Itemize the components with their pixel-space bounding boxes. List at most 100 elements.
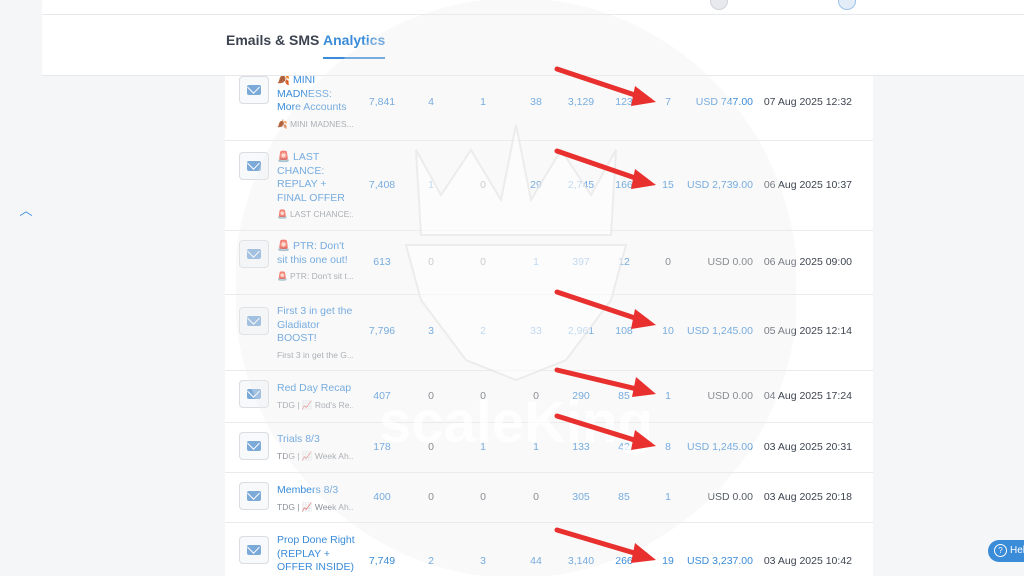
stat-col-3[interactable]: 3 [480,555,486,567]
revenue-value[interactable]: USD 2,739.00 [687,179,753,191]
envelope-icon[interactable] [239,536,269,564]
stat-col-5[interactable]: 3,140 [568,555,594,567]
envelope-icon[interactable] [239,380,269,408]
orders-count[interactable]: 19 [662,555,674,567]
sent-date: 03 Aug 2025 20:18 [763,491,852,503]
sent-date: 06 Aug 2025 09:00 [763,256,852,268]
stat-col-6[interactable]: 123 [615,96,633,108]
stat-col-6[interactable]: 85 [618,491,630,503]
orders-count[interactable]: 15 [662,179,674,191]
campaign-name-link[interactable]: 🍂 MINI MADNESS: More Accounts [277,76,357,115]
revenue-value[interactable]: USD 1,245.00 [687,441,753,453]
stat-col-5[interactable]: 2,961 [568,325,594,337]
delivered-count[interactable]: 178 [373,441,391,453]
revenue-value[interactable]: USD 1,245.00 [687,325,753,337]
stat-col-3: 0 [480,390,486,402]
stat-col-3: 0 [480,491,486,503]
sent-date: 04 Aug 2025 17:24 [763,390,852,402]
campaign-table: 🍂 MINI MADNESS: More Accounts 🍂 MINI MAD… [225,76,873,576]
stat-col-6[interactable]: 85 [618,390,630,402]
stat-col-5[interactable]: 305 [572,491,590,503]
campaign-name-link[interactable]: 🚨 LAST CHANCE: REPLAY + FINAL OFFER [277,151,357,205]
stat-col-2: 0 [428,390,434,402]
revenue-value: USD 0.00 [707,491,753,503]
stat-col-4[interactable]: 1 [533,441,539,453]
stat-col-6[interactable]: 166 [615,179,633,191]
orders-count[interactable]: 8 [665,441,671,453]
stat-col-3: 0 [480,256,486,268]
stat-col-6[interactable]: 42 [618,441,630,453]
stat-col-5[interactable]: 290 [572,390,590,402]
stat-col-5[interactable]: 133 [572,441,590,453]
orders-count[interactable]: 10 [662,325,674,337]
table-row: Red Day Recap TDG | 📈 Rod's Re... 407 0 … [225,370,873,423]
campaign-name-link[interactable]: Red Day Recap [277,382,357,396]
stat-col-4[interactable]: 38 [530,96,542,108]
notification-icon[interactable] [838,0,856,10]
campaign-name-cell: First 3 in get the Gladiator BOOST! Firs… [277,305,357,361]
stat-col-4[interactable]: 44 [530,555,542,567]
stat-col-4: 0 [533,491,539,503]
envelope-icon[interactable] [239,240,269,268]
campaign-name-cell: 🚨 PTR: Don't sit this one out! 🚨 PTR: Do… [277,240,357,282]
stat-col-2: 0 [428,256,434,268]
campaign-preview: TDG | 📈 Week Ah... [277,501,353,512]
delivered-count[interactable]: 613 [373,256,391,268]
table-row: Members 8/3 TDG | 📈 Week Ah... 400 0 0 0… [225,472,873,523]
stat-col-5[interactable]: 397 [572,256,590,268]
stat-col-4[interactable]: 1 [533,256,539,268]
delivered-count[interactable]: 400 [373,491,391,503]
stat-col-5[interactable]: 2,745 [568,179,594,191]
envelope-icon[interactable] [239,152,269,180]
delivered-count[interactable]: 407 [373,390,391,402]
revenue-value: USD 0.00 [707,390,753,402]
envelope-icon[interactable] [239,76,269,104]
stat-col-2[interactable]: 1 [428,179,434,191]
stat-col-2[interactable]: 4 [428,96,434,108]
help-button[interactable]: ?Help [988,540,1024,562]
envelope-icon[interactable] [239,307,269,335]
orders-count[interactable]: 7 [665,96,671,108]
tab-emails-sms[interactable]: Emails & SMS [226,32,319,57]
stat-col-6[interactable]: 108 [615,325,633,337]
stat-col-3[interactable]: 1 [480,96,486,108]
envelope-icon[interactable] [239,432,269,460]
chevron-up-icon[interactable]: ︿ [16,203,36,219]
revenue-value: USD 0.00 [707,256,753,268]
revenue-value[interactable]: USD 3,237.00 [687,555,753,567]
table-row: Trials 8/3 TDG | 📈 Week Ah... 178 0 1 1 … [225,422,873,473]
campaign-name-link[interactable]: First 3 in get the Gladiator BOOST! [277,305,357,346]
stat-col-2[interactable]: 3 [428,325,434,337]
campaign-name-link[interactable]: 🚨 PTR: Don't sit this one out! [277,240,357,267]
stat-col-4[interactable]: 33 [530,325,542,337]
avatar-icon[interactable] [710,0,728,10]
campaign-name-link[interactable]: Trials 8/3 [277,433,357,447]
revenue-value[interactable]: USD 747.00 [696,96,753,108]
stat-col-6[interactable]: 266 [615,555,633,567]
orders-count[interactable]: 1 [665,491,671,503]
stat-col-3[interactable]: 2 [480,325,486,337]
delivered-count[interactable]: 7,841 [369,96,395,108]
campaign-preview: 🚨 PTR: Don't sit t... [277,271,353,281]
table-row: 🍂 MINI MADNESS: More Accounts 🍂 MINI MAD… [225,76,873,141]
campaign-name-cell: Members 8/3 TDG | 📈 Week Ah... [277,484,357,513]
delivered-count[interactable]: 7,408 [369,179,395,191]
table-row: Prop Done Right (REPLAY + OFFER INSIDE) … [225,522,873,576]
stat-col-6[interactable]: 12 [618,256,630,268]
tab-analytics[interactable]: Analytics [323,32,386,59]
stat-col-5[interactable]: 3,129 [568,96,594,108]
campaign-name-cell: 🍂 MINI MADNESS: More Accounts 🍂 MINI MAD… [277,76,357,130]
campaign-name-cell: Trials 8/3 TDG | 📈 Week Ah... [277,433,357,462]
orders-count[interactable]: 1 [665,390,671,402]
stat-col-3: 0 [480,179,486,191]
stat-col-2[interactable]: 2 [428,555,434,567]
delivered-count[interactable]: 7,749 [369,555,395,567]
tabs-bar: Emails & SMS Analytics [42,15,1024,76]
campaign-name-link[interactable]: Members 8/3 [277,484,357,498]
stat-col-4[interactable]: 29 [530,179,542,191]
delivered-count[interactable]: 7,796 [369,325,395,337]
envelope-icon[interactable] [239,482,269,510]
campaign-preview: TDG | 📈 Week Ah... [277,450,353,461]
campaign-name-link[interactable]: Prop Done Right (REPLAY + OFFER INSIDE) [277,534,357,575]
stat-col-3[interactable]: 1 [480,441,486,453]
